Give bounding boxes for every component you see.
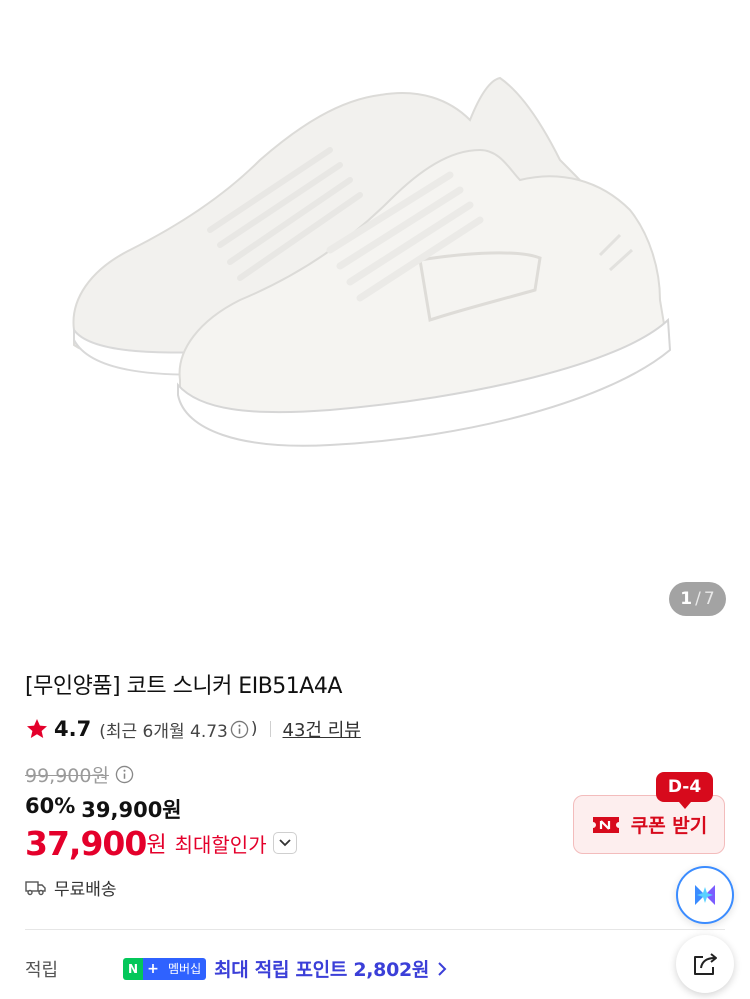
share-icon bbox=[694, 953, 717, 975]
product-image-gallery[interactable]: 1 / 7 bbox=[0, 0, 750, 640]
share-button[interactable] bbox=[676, 935, 734, 993]
final-price: 37,900 bbox=[25, 823, 147, 863]
coupon-button[interactable]: 쿠폰 받기 bbox=[573, 795, 725, 854]
discount-detail-toggle[interactable] bbox=[272, 832, 297, 854]
recent-rating-close: ) bbox=[250, 719, 258, 739]
info-icon[interactable] bbox=[230, 720, 249, 739]
naver-membership-badge: N + 멤버십 bbox=[123, 957, 207, 980]
image-counter-total: 7 bbox=[703, 589, 715, 609]
product-title: [무인양품] 코트 스니커 EIB51A4A bbox=[25, 674, 342, 699]
truck-icon bbox=[25, 880, 46, 895]
star-icon bbox=[27, 719, 47, 738]
sale-price: 39,900원 bbox=[81, 798, 182, 822]
naver-n-logo: N bbox=[123, 957, 143, 980]
image-counter-current: 1 bbox=[680, 589, 693, 609]
max-discount-label: 최대할인가 bbox=[174, 832, 267, 857]
divider bbox=[269, 721, 271, 737]
chevron-down-icon bbox=[278, 839, 291, 847]
shipping-label: 무료배송 bbox=[54, 880, 117, 900]
points-link[interactable]: N + 멤버십 최대 적립 포인트 2,802원 bbox=[123, 955, 447, 982]
price-info-icon[interactable] bbox=[115, 765, 134, 784]
original-price: 99,900원 bbox=[25, 764, 109, 787]
reviews-link[interactable]: 43건 리뷰 bbox=[283, 716, 361, 742]
rating-row: 4.7 (최근 6개월 4.73 ) 43건 리뷰 bbox=[25, 714, 361, 744]
shipping-row: 무료배송 bbox=[25, 875, 117, 900]
chevron-right-icon bbox=[438, 961, 447, 976]
image-counter: 1 / 7 bbox=[669, 582, 726, 616]
naver-coupon-icon bbox=[592, 816, 619, 833]
coupon-deadline-badge: D-4 bbox=[656, 772, 713, 809]
plus-icon: + bbox=[143, 957, 163, 980]
membership-text: 멤버십 bbox=[163, 957, 207, 980]
recent-rating-text: (최근 6개월 4.73 bbox=[99, 721, 228, 742]
points-label: 적립 bbox=[25, 960, 59, 981]
sneaker-product-image bbox=[72, 76, 672, 447]
max-points-text: 최대 적립 포인트 2,802원 bbox=[214, 959, 430, 981]
coupon-area: 쿠폰 받기 D-4 bbox=[573, 772, 725, 854]
image-counter-separator: / bbox=[695, 589, 701, 609]
sparkle-icon bbox=[695, 885, 715, 905]
original-price-row: 99,900원 bbox=[25, 761, 134, 787]
sale-price-row: 60% 39,900원 bbox=[25, 794, 182, 824]
final-price-row: 37,900 원 최대할인가 bbox=[25, 823, 297, 863]
section-divider bbox=[25, 929, 725, 930]
final-price-unit: 원 bbox=[146, 833, 167, 858]
discount-rate: 60% bbox=[25, 794, 76, 818]
recent-rating: (최근 6개월 4.73 ) bbox=[99, 717, 257, 742]
rating-score: 4.7 bbox=[54, 717, 92, 741]
ai-assistant-button[interactable] bbox=[676, 866, 734, 924]
coupon-label: 쿠폰 받기 bbox=[630, 815, 708, 837]
